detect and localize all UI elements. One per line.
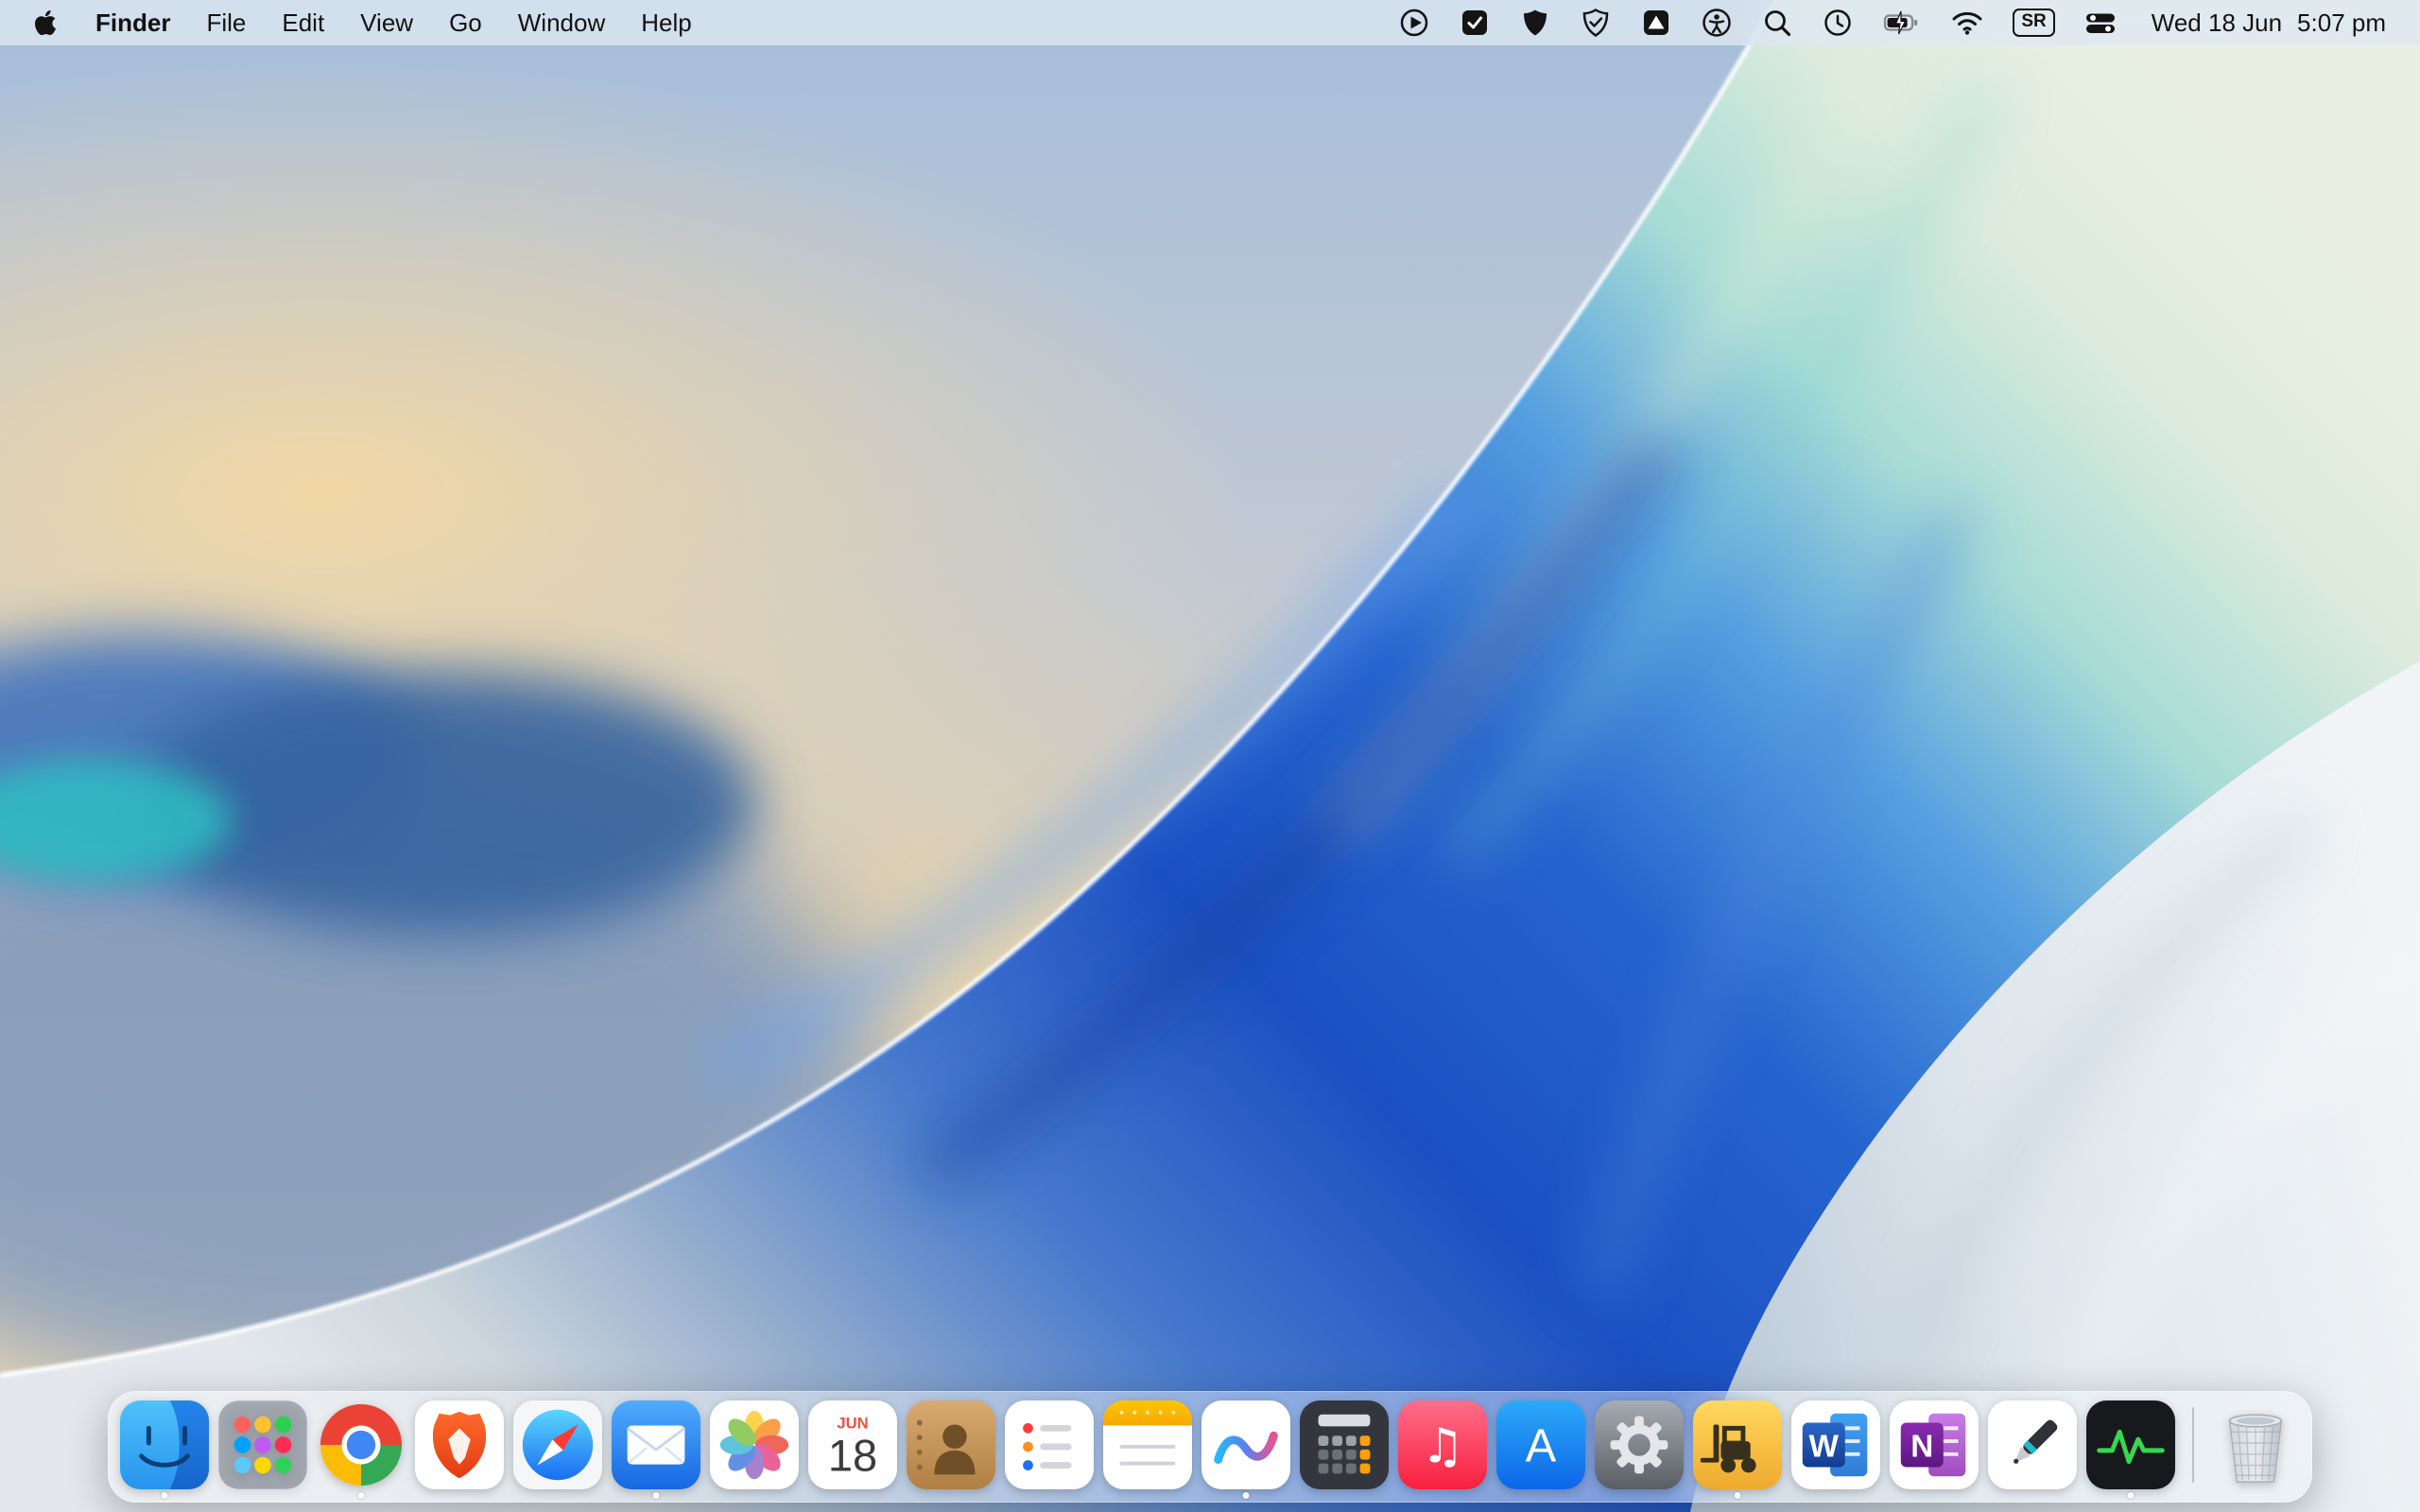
dock-item-safari[interactable] xyxy=(513,1400,602,1489)
calendar-day: 18 xyxy=(828,1430,877,1480)
pen-icon xyxy=(1988,1400,2077,1489)
freeform-icon xyxy=(1201,1400,1290,1489)
apple-logo-icon xyxy=(34,9,57,36)
desktop[interactable]: Finder File Edit View Go Window Help SR … xyxy=(0,0,2420,1512)
calculator-icon xyxy=(1300,1400,1389,1489)
clock-recents-icon[interactable] xyxy=(1822,6,1854,40)
wifi-icon[interactable] xyxy=(1950,6,1984,40)
music-note-glyph: ♫ xyxy=(1421,1419,1464,1475)
menu-bar: Finder File Edit View Go Window Help SR … xyxy=(0,0,2420,45)
dock-item-music[interactable]: ♫ xyxy=(1398,1400,1487,1489)
shield-check-icon[interactable] xyxy=(1580,6,1612,40)
dock-item-contacts[interactable] xyxy=(907,1400,995,1489)
keyboard-layout-badge[interactable]: SR xyxy=(2013,9,2055,37)
forklift-icon xyxy=(1693,1400,1782,1489)
menu-window[interactable]: Window xyxy=(500,9,623,38)
running-indicator xyxy=(1242,1492,1250,1499)
menu-edit[interactable]: Edit xyxy=(264,9,342,38)
calendar-icon: JUN 18 xyxy=(808,1400,897,1489)
menu-go[interactable]: Go xyxy=(431,9,500,38)
accessibility-icon[interactable] xyxy=(1701,6,1733,40)
input-check-icon[interactable] xyxy=(1459,6,1491,40)
contacts-icon xyxy=(907,1400,995,1489)
shield-icon[interactable] xyxy=(1519,6,1551,40)
clock-time: 5:07 pm xyxy=(2297,8,2386,37)
dock-item-photos[interactable] xyxy=(710,1400,799,1489)
menu-bar-status-area: SR Wed 18 Jun 5:07 pm xyxy=(1398,6,2386,40)
onenote-icon: N xyxy=(1890,1400,1979,1489)
dock-item-calculator[interactable] xyxy=(1300,1400,1389,1489)
menu-file[interactable]: File xyxy=(188,9,264,38)
reminders-icon xyxy=(1005,1400,1094,1489)
control-center-icon[interactable] xyxy=(2083,6,2118,40)
dock-item-chrome[interactable] xyxy=(317,1400,406,1499)
dock-item-pen-notes[interactable] xyxy=(1988,1400,2077,1489)
word-icon: W xyxy=(1791,1400,1880,1489)
play-circle-icon[interactable] xyxy=(1398,6,1430,40)
dock-item-calendar[interactable]: JUN 18 xyxy=(808,1400,897,1489)
spotlight-search-icon[interactable] xyxy=(1761,6,1793,40)
music-icon: ♫ xyxy=(1398,1400,1487,1489)
notes-icon xyxy=(1103,1400,1192,1489)
running-indicator xyxy=(2127,1492,2135,1499)
apple-menu[interactable] xyxy=(28,9,78,37)
chrome-icon xyxy=(320,1403,403,1486)
dock-item-trash[interactable] xyxy=(2211,1400,2300,1489)
dock-item-onenote[interactable]: N xyxy=(1890,1400,1979,1489)
dock-item-word[interactable]: W xyxy=(1791,1400,1880,1489)
app-menu-title[interactable]: Finder xyxy=(78,9,188,38)
running-indicator xyxy=(1734,1492,1741,1499)
app-store-glyph: A xyxy=(1526,1421,1557,1472)
menu-help[interactable]: Help xyxy=(623,9,709,38)
menu-view[interactable]: View xyxy=(342,9,431,38)
battery-charging-icon[interactable] xyxy=(1882,6,1922,40)
upload-box-icon[interactable] xyxy=(1640,6,1672,40)
dock-item-launchpad[interactable] xyxy=(218,1400,307,1489)
desktop-wallpaper xyxy=(0,0,2420,1512)
photos-icon xyxy=(710,1400,799,1489)
dock-item-freeform[interactable] xyxy=(1201,1400,1290,1499)
dock-item-forklift[interactable] xyxy=(1693,1400,1782,1499)
trash-icon xyxy=(2228,1414,2283,1483)
brave-icon xyxy=(415,1400,504,1489)
mail-icon xyxy=(612,1400,700,1489)
word-glyph: W xyxy=(1809,1430,1840,1465)
safari-icon xyxy=(513,1400,602,1489)
dock-item-notes[interactable] xyxy=(1103,1400,1192,1489)
dock-item-app-store[interactable]: A xyxy=(1496,1400,1585,1489)
dock-item-finder[interactable] xyxy=(120,1400,209,1499)
finder-icon xyxy=(120,1400,209,1489)
dock-divider xyxy=(2192,1407,2194,1483)
launchpad-icon xyxy=(218,1400,307,1489)
dock: JUN 18 ♫ A W N xyxy=(108,1391,2312,1503)
dock-item-mail[interactable] xyxy=(612,1400,700,1499)
dock-item-system-monitor[interactable] xyxy=(2086,1400,2175,1499)
running-indicator xyxy=(357,1492,365,1499)
running-indicator xyxy=(161,1492,168,1499)
app-store-icon: A xyxy=(1496,1400,1585,1489)
system-settings-icon xyxy=(1595,1400,1684,1489)
onenote-glyph: N xyxy=(1910,1430,1933,1465)
clock-date: Wed 18 Jun xyxy=(2151,8,2283,37)
dock-item-brave[interactable] xyxy=(415,1400,504,1489)
dock-item-system-settings[interactable] xyxy=(1595,1400,1684,1489)
dock-item-reminders[interactable] xyxy=(1005,1400,1094,1489)
menu-bar-left: Finder File Edit View Go Window Help xyxy=(28,9,710,38)
activity-monitor-icon xyxy=(2086,1400,2175,1489)
running-indicator xyxy=(652,1492,660,1499)
menu-bar-clock[interactable]: Wed 18 Jun 5:07 pm xyxy=(2152,9,2386,38)
